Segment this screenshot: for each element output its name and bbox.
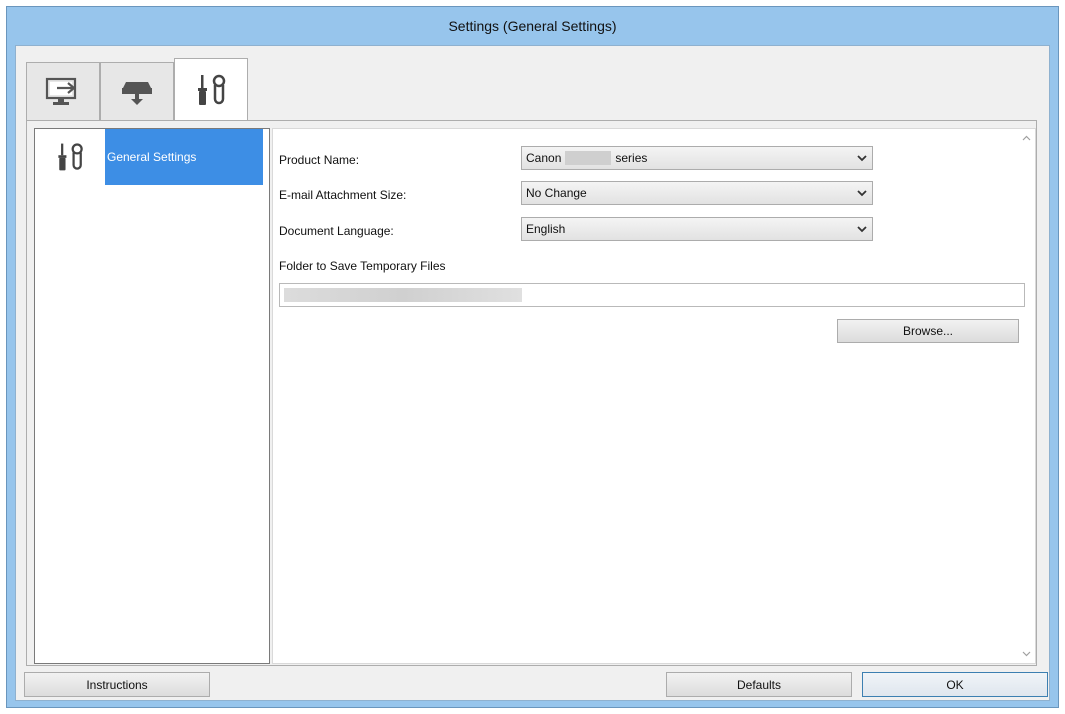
dialog-client-area: General Settings Product Name: Canon ser… [15,45,1050,701]
defaults-button[interactable]: Defaults [666,672,852,697]
tab-strip [26,58,248,122]
tab-general-settings[interactable] [174,58,248,120]
redacted-path [284,288,522,302]
window-title: Settings (General Settings) [448,18,617,34]
settings-window: Settings (General Settings) General Sett… [6,6,1059,708]
tab-scan-from-computer[interactable] [26,62,100,120]
chevron-down-icon [857,155,867,162]
product-name-select[interactable]: Canon series [521,146,873,170]
tab-scan-from-panel[interactable] [100,62,174,120]
email-attachment-size-select[interactable]: No Change [521,181,873,205]
instructions-button[interactable]: Instructions [24,672,210,697]
document-language-value: English [526,222,566,236]
product-name-prefix: Canon [526,151,562,165]
list-item-icon-wrapper [35,129,105,185]
scroll-down-icon[interactable] [1021,648,1032,659]
list-item-general-settings[interactable]: General Settings [35,129,271,185]
product-name-suffix: series [615,151,648,165]
chevron-down-icon [857,226,867,233]
product-name-label: Product Name: [279,153,360,167]
chevron-down-icon [857,190,867,197]
scanner-icon [122,81,152,105]
list-item-label: General Settings [105,129,263,185]
settings-category-list: General Settings [34,128,270,664]
tools-icon [198,74,226,105]
scroll-up-icon[interactable] [1021,133,1032,144]
vertical-scrollbar[interactable] [1018,129,1035,663]
computer-scan-icon [45,77,77,105]
redacted-model [565,151,612,165]
document-language-label: Document Language: [279,224,394,238]
document-language-select[interactable]: English [521,217,873,241]
ok-button[interactable]: OK [862,672,1048,697]
temp-folder-label: Folder to Save Temporary Files [279,259,446,273]
temp-folder-path-input[interactable] [279,283,1025,307]
settings-pane: Product Name: Canon series E-mail Attach… [272,128,1036,664]
email-attachment-size-value: No Change [526,186,587,200]
email-attachment-size-label: E-mail Attachment Size: [279,188,407,202]
tools-icon [58,143,83,171]
browse-button[interactable]: Browse... [837,319,1019,343]
